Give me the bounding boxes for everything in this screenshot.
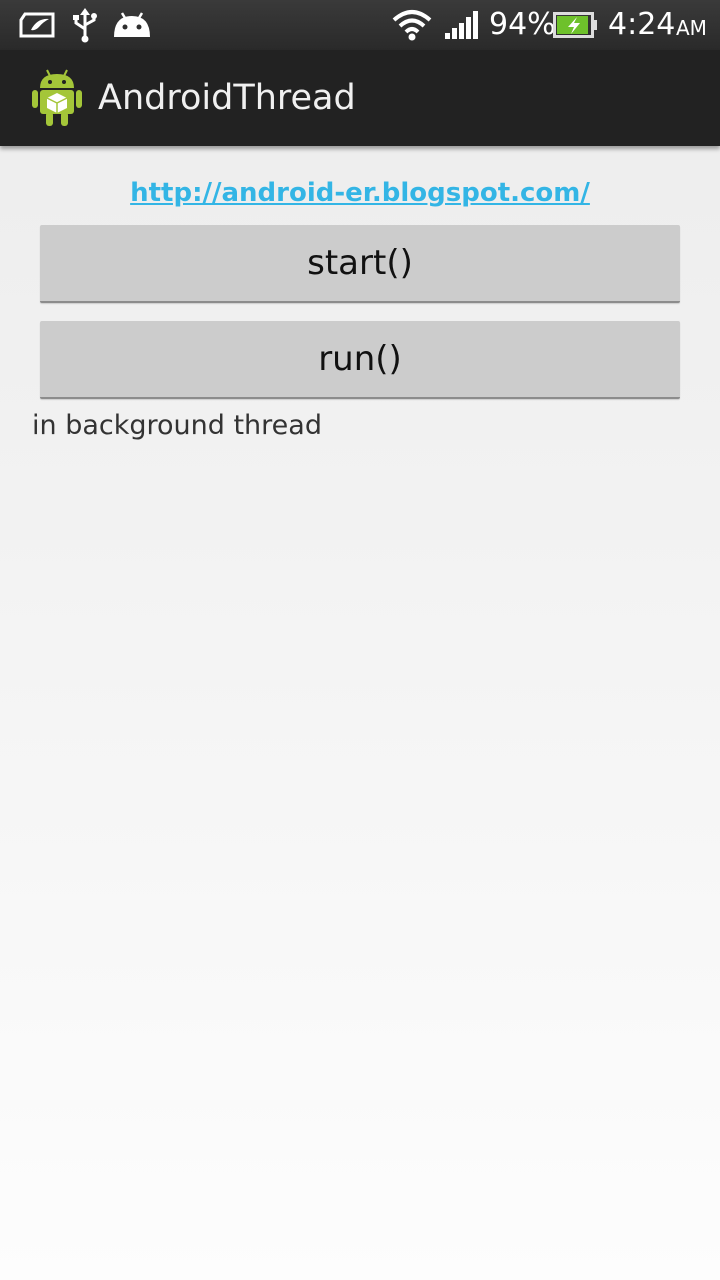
status-bar: 94% 4:24 AM [0, 0, 720, 50]
android-debug-icon [110, 0, 154, 50]
blog-link[interactable]: http://android-er.blogspot.com/ [0, 178, 720, 208]
action-bar: AndroidThread [0, 50, 720, 146]
usb-icon [68, 0, 102, 50]
start-button[interactable]: start() [40, 225, 680, 303]
android-app-icon[interactable] [30, 68, 84, 128]
signal-icon [442, 0, 482, 50]
battery-charging-icon [553, 0, 599, 50]
clock-time: 4:24 [608, 7, 676, 42]
wifi-icon [390, 0, 434, 50]
clock-ampm: AM [676, 16, 707, 40]
evernote-icon [16, 0, 58, 50]
battery-percent: 94% [489, 7, 556, 42]
app-title: AndroidThread [98, 78, 356, 118]
run-button[interactable]: run() [40, 321, 680, 399]
thread-status-text: in background thread [32, 410, 322, 441]
